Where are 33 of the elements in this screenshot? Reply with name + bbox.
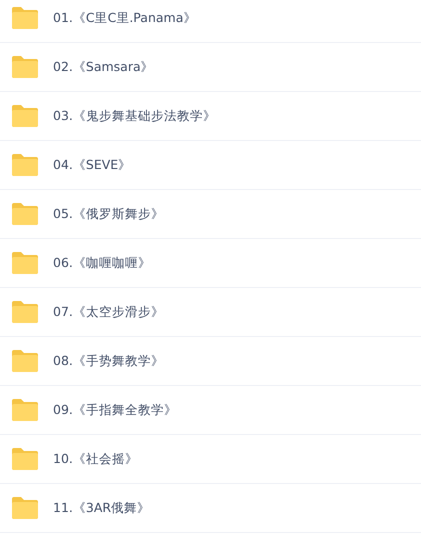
- folder-icon: [11, 301, 39, 323]
- folder-row[interactable]: 05.《俄罗斯舞步》: [0, 190, 421, 239]
- folder-icon: [11, 399, 39, 421]
- folder-name: 11.《3AR俄舞》: [53, 500, 150, 516]
- folder-icon: [11, 56, 39, 78]
- folder-row[interactable]: 09.《手指舞全教学》: [0, 386, 421, 435]
- folder-icon: [11, 7, 39, 29]
- folder-row[interactable]: 01.《C里C里.Panama》: [0, 0, 421, 43]
- folder-row[interactable]: 06.《咖喱咖喱》: [0, 239, 421, 288]
- folder-name: 07.《太空步滑步》: [53, 304, 164, 320]
- folder-icon: [11, 252, 39, 274]
- folder-row[interactable]: 04.《SEVE》: [0, 141, 421, 190]
- folder-row[interactable]: 11.《3AR俄舞》: [0, 484, 421, 533]
- folder-name: 03.《鬼步舞基础步法教学》: [53, 108, 216, 124]
- folder-name: 04.《SEVE》: [53, 156, 132, 174]
- folder-icon: [11, 203, 39, 225]
- folder-name: 02.《Samsara》: [53, 58, 154, 76]
- folder-icon: [11, 350, 39, 372]
- folder-name: 10.《社会摇》: [53, 450, 138, 468]
- folder-name: 05.《俄罗斯舞步》: [53, 206, 164, 222]
- folder-row[interactable]: 10.《社会摇》: [0, 435, 421, 484]
- folder-name: 06.《咖喱咖喱》: [53, 254, 151, 272]
- folder-row[interactable]: 07.《太空步滑步》: [0, 288, 421, 337]
- folder-row[interactable]: 08.《手势舞教学》: [0, 337, 421, 386]
- folder-row[interactable]: 03.《鬼步舞基础步法教学》: [0, 92, 421, 141]
- folder-icon: [11, 105, 39, 127]
- folder-icon: [11, 154, 39, 176]
- folder-row[interactable]: 02.《Samsara》: [0, 43, 421, 92]
- folder-name: 09.《手指舞全教学》: [53, 402, 177, 418]
- folder-name: 08.《手势舞教学》: [53, 352, 164, 370]
- folder-icon: [11, 448, 39, 470]
- folder-icon: [11, 497, 39, 519]
- folder-name: 01.《C里C里.Panama》: [53, 10, 196, 26]
